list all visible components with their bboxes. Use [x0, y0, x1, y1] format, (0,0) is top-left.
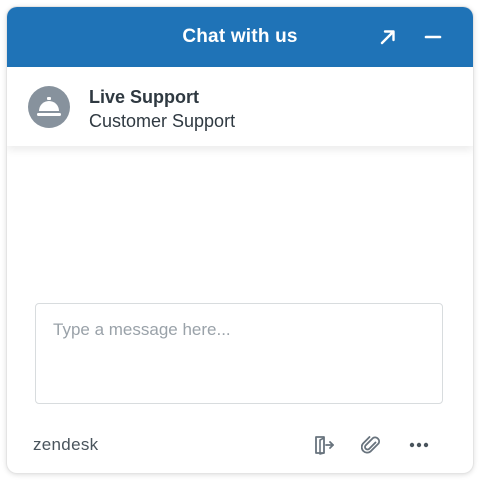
- popout-button[interactable]: [373, 22, 403, 52]
- attach-button[interactable]: [356, 430, 386, 460]
- exit-door-icon: [315, 436, 334, 455]
- zendesk-logo: zendesk: [33, 435, 99, 454]
- chat-header: Chat with us: [7, 7, 473, 67]
- agent-name: Live Support: [89, 87, 200, 107]
- minimize-button[interactable]: [418, 22, 448, 52]
- paperclip-icon: [361, 436, 380, 454]
- more-options-button[interactable]: [404, 430, 434, 460]
- chat-title: Chat with us: [182, 26, 298, 47]
- more-dots-icon: [409, 442, 429, 448]
- concierge-bell-icon: [37, 97, 61, 116]
- message-input[interactable]: [36, 304, 442, 403]
- agent-title: Customer Support: [89, 111, 236, 131]
- chat-widget: Chat with us Live Support Customer Suppo…: [7, 7, 473, 473]
- message-composer: [35, 303, 443, 404]
- end-chat-button[interactable]: [309, 430, 339, 460]
- minus-icon: [424, 35, 442, 39]
- agent-bar: Live Support Customer Support: [7, 67, 473, 146]
- arrow-up-right-icon: [380, 30, 395, 45]
- message-log: [7, 146, 473, 296]
- chat-footer: zendesk: [7, 425, 473, 465]
- avatar: [28, 86, 70, 128]
